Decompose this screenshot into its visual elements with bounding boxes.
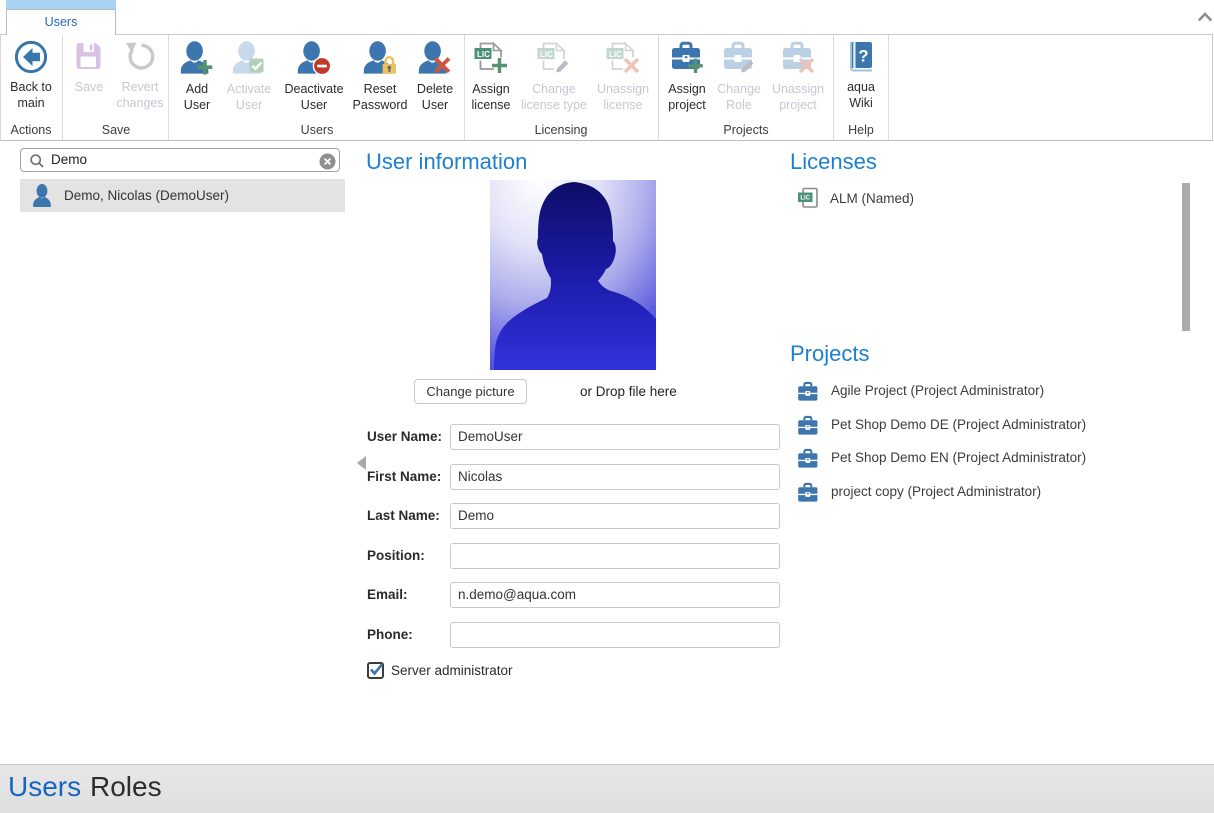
svg-text:?: ? [858,47,868,66]
svg-text:LIC: LIC [540,50,553,59]
svg-text:LIC: LIC [477,50,490,59]
svg-text:LIC: LIC [800,196,810,202]
svg-text:LIC: LIC [609,50,622,59]
